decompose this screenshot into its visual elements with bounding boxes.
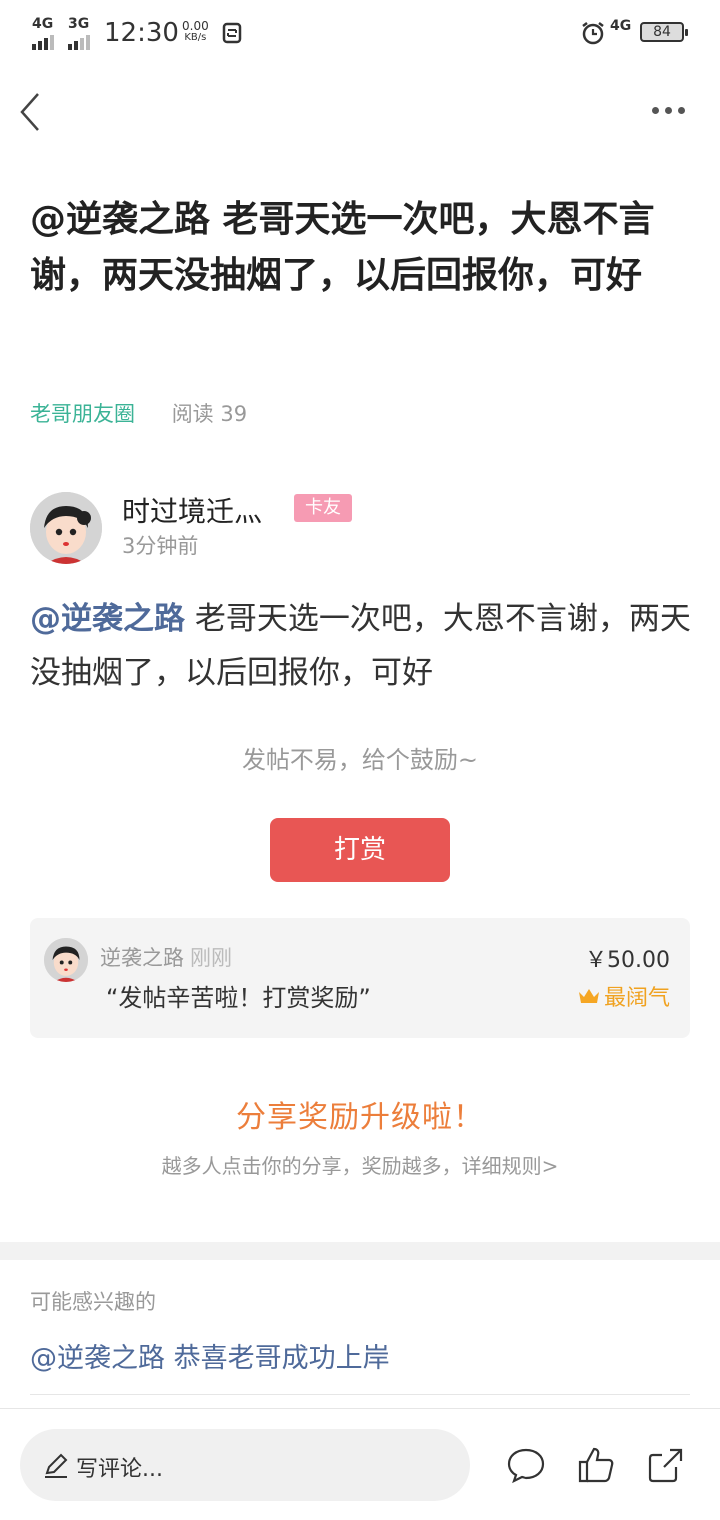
reward-message: “发帖辛苦啦！打赏奖励” [106,984,371,1012]
share-title: 分享奖励升级啦！ [236,1100,484,1135]
network-type-3: 4G [610,18,632,34]
avatar-image [44,938,88,982]
reward-prompt: 发帖不易，给个鼓励~ [241,746,479,774]
interest-label: 可能感兴趣的 [30,1290,156,1314]
more-dots-icon[interactable] [652,100,692,120]
signal-icon [32,30,54,50]
status-bar: 4G 3G 12:30 0.00 KB/s 4G 84 [0,0,720,66]
share-icon[interactable] [646,1445,686,1485]
battery-icon: 84 [640,22,688,42]
reward-amount: ￥50.00 [585,948,670,973]
reward-tag: 最阔气 [578,980,670,1012]
post-content: @逆袭之路 老哥天选一次吧，大恩不言谢，两天没抽烟了，以后回报你，可好 [30,592,700,700]
like-icon[interactable] [576,1445,616,1485]
rewarder-name: 逆袭之路 刚刚 [100,946,232,970]
avatar-image [30,492,102,564]
reward-time: 刚刚 [190,946,232,970]
signal-icon [68,30,90,50]
share-rules-link[interactable]: 越多人点击你的分享，奖励越多，详细规则> [0,1150,720,1179]
mention-link[interactable]: @逆袭之路 [30,601,185,637]
pen-icon [45,1453,68,1478]
comment-input[interactable]: 写评论... [20,1429,470,1501]
sync-icon [222,22,242,44]
interest-item[interactable]: @逆袭之路 恭喜老哥成功上岸 [30,1336,390,1375]
reward-record: 逆袭之路 刚刚 “发帖辛苦啦！打赏奖励” ￥50.00 最阔气 [30,918,690,1038]
clock: 12:30 [104,18,179,48]
crown-icon [578,989,599,1003]
author-name[interactable]: 时过境迁灬 [122,490,262,530]
reward-button[interactable]: 打赏 [270,818,450,882]
section-divider [0,1242,720,1260]
avatar[interactable] [30,492,102,564]
circle-link[interactable]: 老哥朋友圈 [30,402,135,426]
network-speed: 0.00 KB/s [182,19,209,43]
bottom-bar: 写评论... [0,1408,720,1520]
avatar[interactable] [44,938,88,982]
comment-icon[interactable] [506,1445,546,1485]
post-meta: 老哥朋友圈 阅读 39 [30,398,247,428]
comment-placeholder: 写评论... [76,1457,163,1482]
post-title: @逆袭之路 老哥天选一次吧，大恩不言谢，两天没抽烟了，以后回报你，可好 [30,199,655,296]
alarm-icon [582,22,604,45]
read-count: 阅读 39 [171,402,248,426]
author-badge: 卡友 [294,494,352,522]
divider [30,1394,690,1395]
chevron-left-icon[interactable] [16,90,48,134]
post-time: 3分钟前 [122,534,199,558]
